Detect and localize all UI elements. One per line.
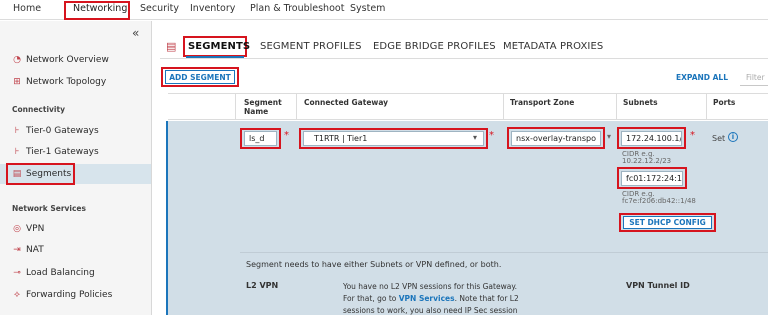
sidebar-item-label: Tier-1 Gateways	[26, 147, 99, 157]
nav-networking[interactable]: Networking	[73, 3, 127, 14]
segment-name-input[interactable]: ls_d	[244, 131, 277, 146]
segments-tab-icon: ▤	[166, 40, 177, 53]
sidebar-item-forwarding-policies[interactable]: ⟡ Forwarding Policies	[0, 285, 151, 305]
nav-home[interactable]: Home	[13, 3, 41, 14]
tab-divider	[160, 58, 768, 59]
add-segment-button[interactable]: ADD SEGMENT	[165, 70, 235, 84]
nat-icon: ⇥	[13, 245, 21, 255]
required-marker: *	[489, 130, 494, 141]
active-tab-underline	[186, 56, 244, 58]
tab-edge-bridge-profiles[interactable]: EDGE BRIDGE PROFILES	[373, 41, 496, 52]
vpn-services-link[interactable]: VPN Services	[399, 294, 455, 303]
gateway-icon: ⊦	[14, 126, 20, 136]
sidebar-item-label: Network Topology	[26, 77, 107, 87]
sidebar-item-vpn[interactable]: ◎ VPN	[0, 219, 151, 239]
gateway-icon: ⊦	[14, 147, 20, 157]
header-connected-gateway[interactable]: Connected Gateway	[304, 98, 388, 107]
set-dhcp-config-highlight: SET DHCP CONFIG	[619, 213, 716, 232]
tab-segment-profiles[interactable]: SEGMENT PROFILES	[260, 41, 362, 52]
header-segment-name[interactable]: Segment Name	[244, 98, 284, 116]
sidebar-item-tier0-gateways[interactable]: ⊦ Tier-0 Gateways	[0, 121, 151, 141]
load-balancing-icon: ⊸	[13, 268, 21, 278]
sidebar-item-label: NAT	[26, 245, 44, 255]
header-ports[interactable]: Ports	[713, 98, 735, 107]
sidebar: « ◔ Network Overview ⊞ Network Topology …	[0, 21, 152, 315]
vpn-tunnel-id-label: VPN Tunnel ID	[626, 281, 690, 290]
row-edit-indicator	[166, 121, 168, 315]
sidebar-item-network-overview[interactable]: ◔ Network Overview	[0, 50, 151, 70]
tab-metadata-proxies[interactable]: METADATA PROXIES	[503, 41, 603, 52]
network-overview-icon: ◔	[13, 55, 21, 65]
set-dhcp-config-button[interactable]: SET DHCP CONFIG	[623, 216, 712, 229]
expand-all-link[interactable]: EXPAND ALL	[676, 73, 728, 82]
sidebar-item-tier1-gateways[interactable]: ⊦ Tier-1 Gateways	[0, 142, 151, 162]
sidebar-item-nat[interactable]: ⇥ NAT	[0, 240, 151, 260]
header-subnets[interactable]: Subnets	[623, 98, 658, 107]
nav-plan-troubleshoot[interactable]: Plan & Troubleshoot	[250, 3, 344, 14]
vpn-icon: ◎	[13, 224, 21, 234]
nav-security[interactable]: Security	[140, 3, 179, 14]
sidebar-item-label: Network Overview	[26, 55, 109, 65]
dropdown-caret-icon: ▾	[607, 132, 612, 141]
top-navigation: Home Networking Security Inventory Plan …	[0, 0, 768, 20]
filter-input[interactable]: Filter	[740, 68, 768, 86]
column-divider	[616, 94, 617, 120]
connectivity-header: Connectivity	[12, 105, 65, 114]
network-topology-icon: ⊞	[13, 77, 21, 87]
cidr-v4-hint-example: 10.22.12.2/23	[622, 157, 672, 165]
subnet-requirement-note: Segment needs to have either Subnets or …	[246, 260, 502, 269]
sidebar-item-label: VPN	[26, 224, 45, 234]
network-services-header: Network Services	[12, 204, 86, 213]
subnet-v4-input[interactable]: 172.24.100.1/	[621, 131, 682, 146]
column-divider	[235, 94, 236, 120]
tab-segments[interactable]: SEGMENTS	[188, 41, 250, 52]
header-transport-zone[interactable]: Transport Zone	[510, 98, 574, 107]
ports-set-link[interactable]: Set	[712, 134, 725, 143]
column-divider	[503, 94, 504, 120]
transport-zone-select[interactable]: nsx-overlay-transpo	[511, 131, 601, 146]
section-separator	[240, 252, 768, 253]
chevron-down-icon: ▾	[472, 133, 477, 142]
segments-highlight	[6, 163, 75, 185]
nav-system[interactable]: System	[350, 3, 385, 14]
sidebar-item-load-balancing[interactable]: ⊸ Load Balancing	[0, 263, 151, 283]
sidebar-item-label: Forwarding Policies	[26, 290, 113, 300]
required-marker: *	[690, 130, 695, 141]
info-icon[interactable]: i	[728, 132, 738, 142]
sidebar-item-label: Tier-0 Gateways	[26, 126, 99, 136]
l2-vpn-label: L2 VPN	[246, 281, 279, 290]
forwarding-icon: ⟡	[14, 290, 20, 300]
l2-vpn-message: You have no L2 VPN sessions for this Gat…	[343, 281, 528, 315]
gateway-select[interactable]: T1RTR | Tier1 ▾	[303, 131, 484, 146]
subnet-v6-input[interactable]: fc01:172:24:10	[621, 171, 683, 186]
nav-inventory[interactable]: Inventory	[190, 3, 235, 14]
column-divider	[296, 94, 297, 120]
collapse-sidebar-icon[interactable]: «	[132, 26, 139, 40]
sidebar-item-label: Load Balancing	[26, 268, 95, 278]
cidr-v6-hint-example: fc7e:f206:db42::1/48	[622, 197, 696, 205]
column-divider	[706, 94, 707, 120]
sidebar-item-network-topology[interactable]: ⊞ Network Topology	[0, 72, 151, 92]
gateway-value: T1RTR | Tier1	[314, 134, 368, 143]
required-marker: *	[284, 130, 289, 141]
